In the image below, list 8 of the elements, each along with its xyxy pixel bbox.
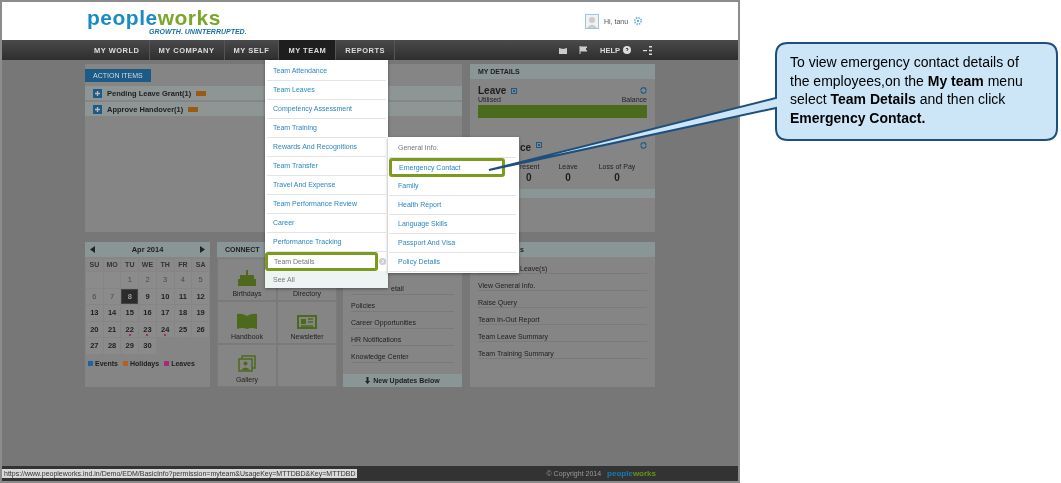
stat-value: 0: [525, 172, 532, 183]
attendance-title: ce: [520, 142, 532, 153]
stat-value: 0: [614, 172, 620, 183]
callout-text: To view emergency contact details of the employees,on the My team menu select Team Details and then click Emergency Contact.: [790, 53, 1024, 127]
logo: peopleworks: [87, 7, 221, 28]
leave-title: Leave: [478, 85, 507, 96]
stat-value: 0: [565, 172, 571, 183]
footer-logo: peopleworks: [607, 469, 656, 478]
